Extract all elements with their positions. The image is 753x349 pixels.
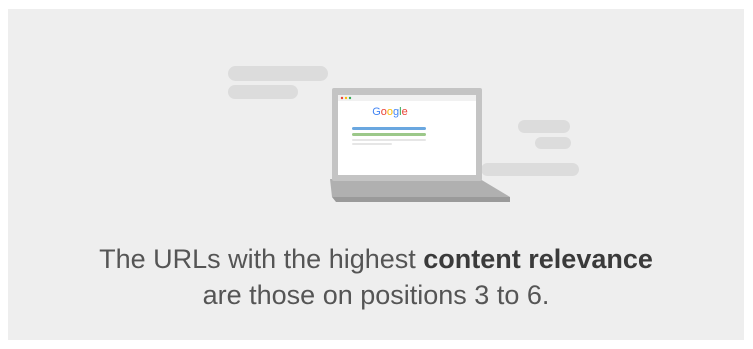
laptop-base — [330, 179, 510, 202]
laptop-illustration: Google — [228, 66, 579, 202]
result-bar-grey-1 — [352, 139, 426, 141]
caption-line-1: The URLs with the highest content releva… — [8, 241, 744, 277]
window-dot-close — [340, 96, 344, 100]
result-bar-blue — [352, 127, 426, 130]
result-bar-grey-2 — [352, 143, 392, 145]
result-bar-green — [352, 133, 426, 136]
search-logo: Google — [372, 106, 408, 118]
window-dot-min — [344, 96, 348, 100]
caption-emphasis: content relevance — [423, 244, 653, 274]
cloud-left — [228, 66, 328, 99]
caption-text: The URLs with the highest content releva… — [8, 241, 744, 313]
info-card: Google The URLs with the highest content… — [8, 9, 744, 340]
caption-prefix: The URLs with the highest — [99, 244, 424, 274]
browser-window: Google — [338, 95, 476, 175]
caption-line-2: are those on positions 3 to 6. — [202, 280, 550, 310]
cloud-right — [481, 120, 579, 176]
window-dot-max — [348, 96, 352, 100]
